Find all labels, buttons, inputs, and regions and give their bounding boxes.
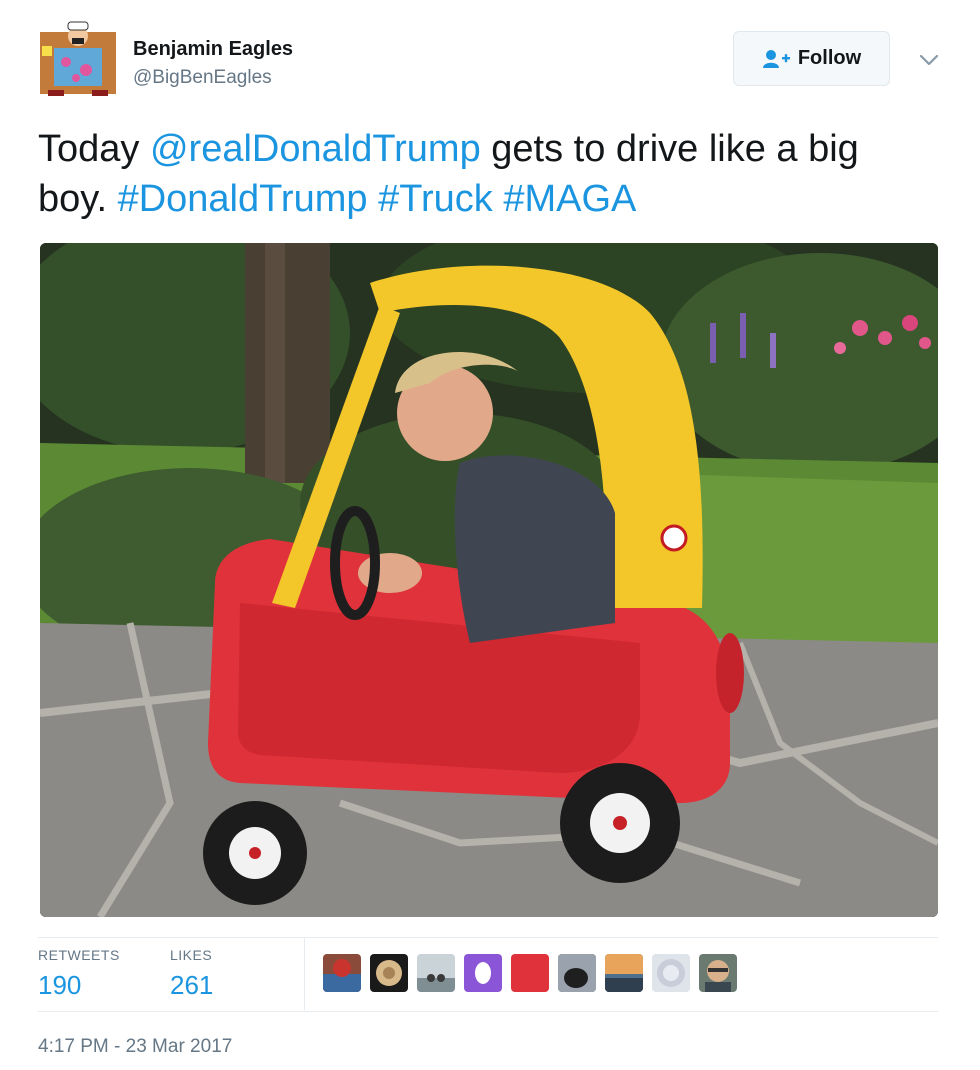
hashtag-link[interactable]: #DonaldTrump [118,178,368,220]
more-options-button[interactable] [916,50,942,70]
mention-link[interactable]: @realDonaldTrump [150,128,481,170]
chevron-down-icon [919,54,939,66]
retweets-label: RETWEETS [38,947,120,963]
tweet-text: Today @realDonaldTrump gets to drive lik… [38,124,938,224]
liker-avatar-3[interactable] [417,954,455,992]
retweets-count: 190 [38,970,82,1000]
likes-label: LIKES [170,947,213,963]
likers-avatar-list [323,954,737,992]
tweet-timestamp[interactable]: 4:17 PM - 23 Mar 2017 [38,1036,232,1058]
follow-button[interactable]: Follow [733,31,890,86]
tweet-text-start: Today [38,128,150,170]
avatar[interactable] [38,18,118,98]
hashtag-link[interactable]: #Truck [378,178,493,220]
add-user-icon [762,49,790,68]
tweet-photo[interactable] [40,243,938,917]
stats-bottom-divider [38,1011,938,1012]
liker-avatar-7[interactable] [605,954,643,992]
liker-avatar-5[interactable] [511,954,549,992]
likes-count: 261 [170,970,214,1000]
liker-avatar-2[interactable] [370,954,408,992]
retweets-stat[interactable]: RETWEETS 190 [38,946,120,1002]
toy-car-photo-image [40,243,938,917]
liker-avatar-4[interactable] [464,954,502,992]
liker-avatar-1[interactable] [323,954,361,992]
liker-avatar-6[interactable] [558,954,596,992]
stats-top-divider [38,937,938,938]
liker-avatar-9[interactable] [699,954,737,992]
cartoon-character-avatar-icon [38,18,118,98]
author-handle[interactable]: @BigBenEagles [133,65,293,91]
stats-separator [304,938,305,1010]
author-name[interactable]: Benjamin Eagles [133,36,293,62]
follow-button-label: Follow [797,47,862,69]
likes-stat[interactable]: LIKES 261 [170,946,213,1002]
hashtag-link[interactable]: #MAGA [503,178,636,220]
liker-avatar-8[interactable] [652,954,690,992]
author-block: Benjamin Eagles @BigBenEagles [133,36,293,91]
